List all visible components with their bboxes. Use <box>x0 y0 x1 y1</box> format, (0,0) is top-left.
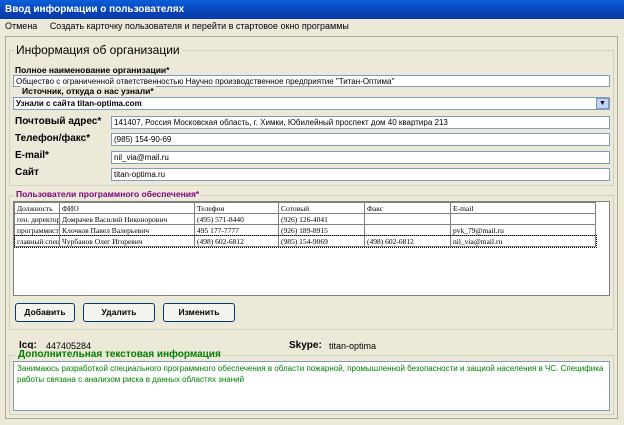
menu-item-create-card[interactable]: Создать карточку пользователя и перейти … <box>50 21 349 31</box>
table-cell <box>364 224 451 236</box>
table-cell: главный специалист <box>14 235 60 247</box>
table-cell: (498) 602-6812 <box>364 235 451 247</box>
chevron-down-icon[interactable]: ▼ <box>596 98 609 109</box>
phone-label: Телефон/факс* <box>15 133 91 144</box>
column-header[interactable]: Должность <box>14 202 60 214</box>
full-name-label: Полное наименование организации* <box>15 65 170 75</box>
source-select[interactable]: Узнали с сайта titan-optima.com <box>13 97 610 110</box>
table-cell: Чурбанов Олег Игоревич <box>59 235 195 247</box>
table-cell: (495) 571-8440 <box>194 213 279 225</box>
table-cell: pvk_79@mail.ru <box>450 224 596 236</box>
column-header[interactable]: Телефон <box>194 202 279 214</box>
window-title: Ввод информации о пользователях <box>0 0 624 19</box>
users-grid[interactable]: Должность ФИО Телефон Сотовый Факс E-mai… <box>13 201 610 296</box>
table-cell: (498) 602-6812 <box>194 235 279 247</box>
site-field[interactable]: titan-optima.ru <box>111 168 610 181</box>
source-label: Источник, откуда о нас узнали* <box>20 86 156 96</box>
address-field[interactable]: 141407, Россия Московская область, г. Хи… <box>111 116 610 129</box>
edit-button[interactable]: Изменить <box>163 303 235 322</box>
table-row[interactable]: программист Клочков Павел Валерьевич 495… <box>14 224 596 236</box>
table-cell <box>364 213 451 225</box>
users-section-title: Пользователи программного обеспечения* <box>14 189 202 199</box>
table-row[interactable]: ген. директор Домрачев Василий Никоноров… <box>14 213 596 225</box>
table-row[interactable]: главный специалист Чурбанов Олег Игореви… <box>13 234 597 248</box>
source-select-value: Узнали с сайта titan-optima.com <box>16 99 142 108</box>
table-cell: (985) 154-9069 <box>278 235 365 247</box>
extra-section-title: Дополнительная текстовая информация <box>16 349 223 360</box>
email-label: E-mail* <box>15 150 49 161</box>
table-cell: (926) 189-8915 <box>278 224 365 236</box>
skype-value: titan-optima <box>329 341 377 351</box>
users-table: Должность ФИО Телефон Сотовый Факс E-mai… <box>13 202 597 248</box>
table-cell <box>450 213 596 225</box>
column-header[interactable]: Сотовый <box>278 202 365 214</box>
menu-bar: Отмена Создать карточку пользователя и п… <box>0 19 624 34</box>
table-cell: nil_via@mail.ru <box>450 235 596 247</box>
column-header[interactable]: ФИО <box>59 202 195 214</box>
table-cell: ген. директор <box>14 213 60 225</box>
extra-textarea[interactable]: Занимаюсь разработкой специального прогр… <box>13 361 610 411</box>
table-cell: Домрачев Василий Никонорович <box>59 213 195 225</box>
email-field[interactable]: nil_via@mail.ru <box>111 151 610 164</box>
delete-button[interactable]: Удалить <box>83 303 155 322</box>
table-cell: 495 177-7777 <box>194 224 279 236</box>
table-header: Должность ФИО Телефон Сотовый Факс E-mai… <box>14 202 596 214</box>
add-button[interactable]: Добавить <box>15 303 75 322</box>
phone-field[interactable]: (985) 154-90-69 <box>111 133 610 146</box>
table-cell: (926) 126-4041 <box>278 213 365 225</box>
skype-label: Skype: <box>289 340 322 351</box>
column-header[interactable]: E-mail <box>450 202 596 214</box>
site-label: Сайт <box>15 167 39 178</box>
menu-item-cancel[interactable]: Отмена <box>5 21 37 31</box>
table-cell: Клочков Павел Валерьевич <box>59 224 195 236</box>
org-section-title: Информация об организации <box>14 43 182 57</box>
address-label: Почтовый адрес* <box>15 116 102 127</box>
table-cell: программист <box>14 224 60 236</box>
column-header[interactable]: Факс <box>364 202 451 214</box>
